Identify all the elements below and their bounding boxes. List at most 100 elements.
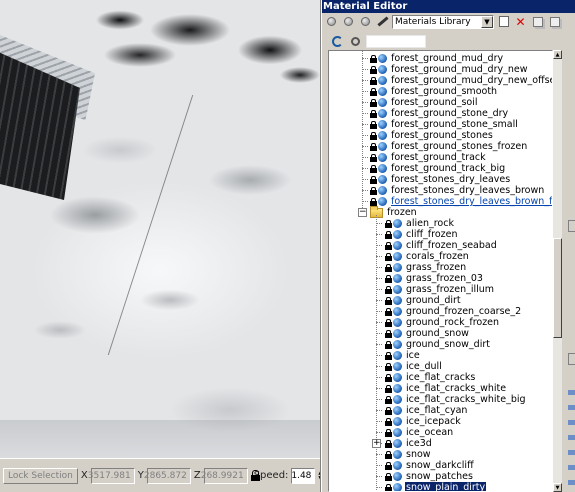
material-item-label: forest_ground_mud_dry — [391, 53, 504, 64]
tree-connector — [362, 190, 368, 191]
refresh-icon[interactable] — [330, 34, 345, 49]
material-sphere-icon — [393, 252, 402, 261]
material-item[interactable]: forest_ground_track — [370, 152, 487, 163]
tree-connector — [376, 256, 382, 257]
material-item[interactable]: ice_dull — [385, 361, 443, 372]
material-item[interactable]: ground_snow — [385, 328, 470, 339]
material-item[interactable]: alien_rock — [385, 218, 455, 229]
material-sphere-icon — [393, 241, 402, 250]
material-item-label: ice_icepack — [406, 416, 461, 427]
lock-selection-button[interactable]: Lock Selection — [3, 467, 78, 484]
tree-connector — [362, 179, 368, 180]
material-item[interactable]: forest_stones_dry_leaves_brown — [370, 185, 545, 196]
x-label: X — [80, 470, 88, 481]
wand-icon[interactable] — [375, 14, 390, 29]
material-sphere-icon — [378, 87, 387, 96]
viewport-rocks — [80, 0, 320, 95]
material-item[interactable]: ice_flat_cracks_white — [385, 383, 507, 394]
material-item[interactable]: ice_ocean — [385, 427, 454, 438]
material-item[interactable]: ice_flat_cracks_white_big — [385, 394, 527, 405]
material-item[interactable]: corals_frozen — [385, 251, 470, 262]
material-item-label: forest_stones_dry_leaves_brown_frozen — [391, 196, 553, 207]
material-sphere-icon — [393, 263, 402, 272]
material-item[interactable]: ice3d — [385, 438, 433, 449]
tree-connector — [376, 289, 382, 290]
speed-field[interactable]: 1.48 — [291, 467, 316, 484]
material-item[interactable]: ground_snow_dirt — [385, 339, 491, 350]
tree-scrollbar[interactable]: ▲ ▼ — [553, 50, 562, 492]
material-item[interactable]: snow_plain_dirty — [385, 482, 487, 491]
material-item[interactable]: ground_rock_frozen — [385, 317, 500, 328]
material-item[interactable]: cliff_frozen_seabad — [385, 240, 498, 251]
material-item[interactable]: forest_ground_mud_dry_new_offset — [370, 75, 552, 86]
edge-tick — [568, 450, 575, 455]
paste-icon[interactable] — [547, 14, 562, 29]
material-item[interactable]: snow_patches — [385, 471, 474, 482]
material-item[interactable]: snow — [385, 449, 432, 460]
material-item[interactable]: ground_frozen_coarse_2 — [385, 306, 522, 317]
material-item[interactable]: forest_ground_soil — [370, 97, 479, 108]
material-item[interactable]: forest_ground_stone_small — [370, 119, 519, 130]
z-coordinate-field[interactable]: 268.9921 — [201, 467, 248, 484]
material-item[interactable]: grass_frozen_illum — [385, 284, 495, 295]
material-sphere-icon — [393, 439, 402, 448]
material-item[interactable]: forest_ground_smooth — [370, 86, 498, 97]
material-item[interactable]: forest_ground_stones — [370, 130, 494, 141]
material-item[interactable]: forest_stones_dry_leaves — [370, 174, 511, 185]
lock-icon — [385, 296, 392, 305]
material-item[interactable]: ice_icepack — [385, 416, 462, 427]
scroll-thumb[interactable] — [553, 238, 562, 338]
material-item-label: grass_frozen_03 — [406, 273, 483, 284]
material-sphere-icon[interactable] — [358, 14, 373, 29]
material-item[interactable]: cliff_frozen — [385, 229, 459, 240]
folder-frozen[interactable]: frozen — [370, 205, 418, 218]
tree-connector — [376, 366, 382, 367]
material-item-label: ice_flat_cracks — [406, 372, 476, 383]
viewport-3d[interactable] — [0, 0, 320, 458]
scroll-up-icon[interactable]: ▲ — [553, 50, 562, 59]
copy-icon[interactable] — [530, 14, 545, 29]
expand-icon[interactable]: + — [372, 439, 381, 448]
material-item[interactable]: forest_ground_stones_frozen — [370, 141, 528, 152]
material-sphere-icon — [393, 483, 402, 491]
material-item[interactable]: ground_dirt — [385, 295, 462, 306]
chevron-down-icon[interactable]: ▼ — [481, 15, 493, 28]
material-item[interactable]: ice — [385, 350, 421, 361]
material-item[interactable]: grass_frozen_03 — [385, 273, 484, 284]
material-editor-panel: Material Editor Materials Library ▼ ✕ fo… — [322, 0, 575, 492]
material-item[interactable]: snow_darkcliff — [385, 460, 475, 471]
tree-connector — [362, 113, 368, 114]
material-item[interactable]: forest_stones_dry_leaves_brown_frozen — [370, 196, 553, 207]
x-coordinate-field[interactable]: 3517.981 — [88, 467, 135, 484]
material-item[interactable]: forest_ground_stone_dry — [370, 108, 509, 119]
material-item-label: grass_frozen — [406, 262, 467, 273]
material-tree[interactable]: forest_ground_mud_dry forest_ground_mud_d… — [328, 50, 553, 492]
tree-connector — [376, 322, 382, 323]
tree-connector — [362, 201, 368, 202]
edge-tick — [568, 435, 575, 440]
material-item-label: cliff_frozen_seabad — [406, 240, 497, 251]
material-sphere-icon[interactable] — [341, 14, 356, 29]
lock-icon — [385, 483, 392, 491]
material-sphere-icon[interactable] — [324, 14, 339, 29]
material-sphere-icon — [393, 417, 402, 426]
tree-connector — [376, 223, 382, 224]
material-item[interactable]: ice_flat_cracks — [385, 372, 476, 383]
library-select[interactable]: Materials Library ▼ — [392, 14, 494, 29]
lock-icon — [385, 373, 392, 382]
material-item[interactable]: grass_frozen — [385, 262, 467, 273]
material-item[interactable]: forest_ground_track_big — [370, 163, 506, 174]
collapse-icon[interactable]: − — [358, 208, 367, 217]
find-icon[interactable] — [348, 34, 363, 49]
delete-icon[interactable]: ✕ — [513, 14, 528, 29]
edge-tick — [568, 390, 575, 395]
tree-connector — [376, 245, 382, 246]
material-item-label: forest_ground_track — [391, 152, 486, 163]
new-material-icon[interactable] — [496, 14, 511, 29]
y-coordinate-field[interactable]: 2865.872 — [144, 467, 191, 484]
material-item[interactable]: ice_flat_cyan — [385, 405, 468, 416]
material-item[interactable]: forest_ground_mud_dry_new — [370, 64, 528, 75]
material-item[interactable]: forest_ground_mud_dry — [370, 53, 504, 64]
filter-input[interactable] — [366, 34, 426, 48]
scroll-down-icon[interactable]: ▼ — [553, 483, 562, 492]
